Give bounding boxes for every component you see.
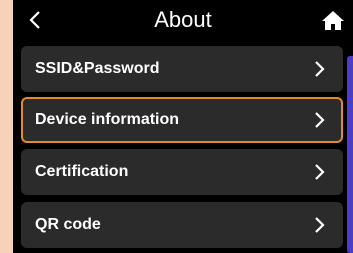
menu-item-qr-code[interactable]: QR code — [21, 202, 343, 248]
chevron-right-icon — [311, 59, 327, 79]
chevron-right-icon — [311, 162, 327, 182]
back-button[interactable] — [21, 6, 49, 34]
menu-item-label: Certification — [35, 163, 129, 180]
page-title: About — [154, 7, 212, 32]
menu-item-certification[interactable]: Certification — [21, 149, 343, 195]
menu-item-label: SSID&Password — [35, 60, 160, 77]
about-screen: About SSID&Password Device information C… — [13, 0, 353, 253]
chevron-right-icon — [311, 215, 327, 235]
home-button[interactable] — [317, 6, 349, 34]
chevron-right-icon — [311, 110, 327, 130]
side-accent-bar — [347, 56, 353, 253]
menu-item-label: Device information — [35, 111, 180, 128]
chevron-left-icon — [29, 11, 40, 29]
menu-item-label: QR code — [35, 216, 101, 233]
home-icon — [322, 11, 344, 30]
menu-item-ssid-password[interactable]: SSID&Password — [21, 46, 343, 92]
menu-item-device-information[interactable]: Device information — [21, 97, 343, 143]
top-bar: About — [13, 0, 353, 40]
